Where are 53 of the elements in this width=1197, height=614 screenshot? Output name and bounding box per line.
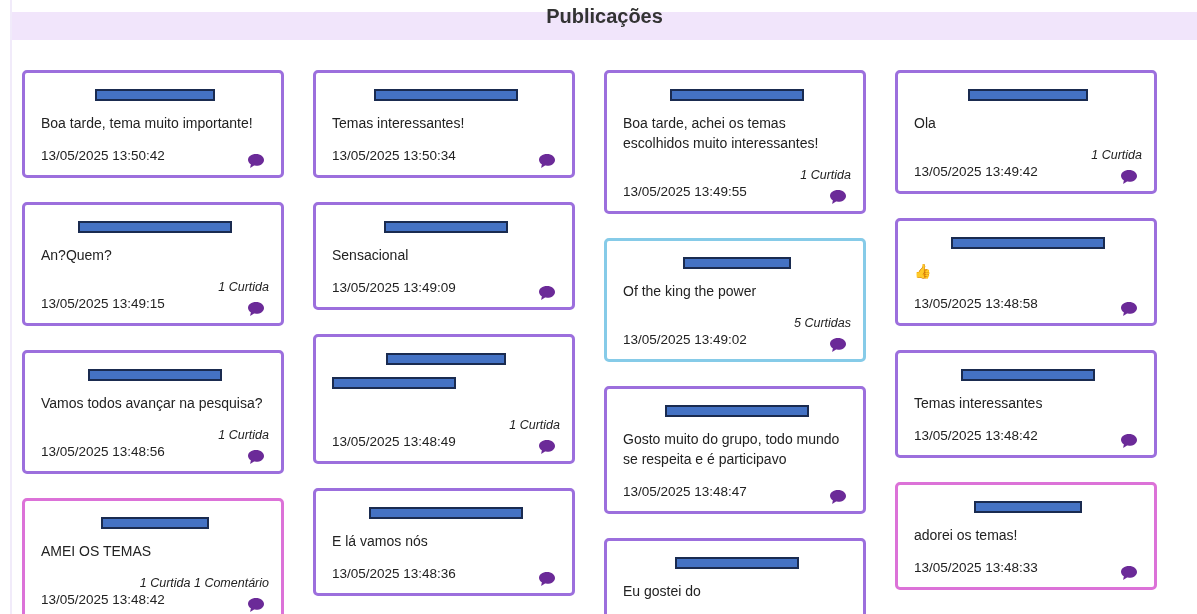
- post-timestamp: 13/05/2025 13:50:34: [332, 147, 456, 165]
- post-message: 👍: [914, 262, 932, 281]
- comment-icon[interactable]: [538, 285, 556, 301]
- reaction-count: 1 Curtida 1 Comentário: [139, 575, 269, 591]
- post-message: Ola: [914, 114, 937, 133]
- reaction-count: 1 Curtida: [800, 167, 851, 183]
- post-message: Vamos todos avançar na pesquisa?: [41, 394, 264, 413]
- post-message: Gosto muito do grupo, todo mundo se respeita e é participavo: [623, 430, 841, 469]
- post-message: Boa tarde, achei os temas escolhidos muito interessantes!: [623, 114, 820, 153]
- comment-icon[interactable]: [247, 301, 265, 317]
- post-message: Of the king the power: [623, 282, 758, 301]
- comment-icon[interactable]: [538, 571, 556, 587]
- post-timestamp: 13/05/2025 13:48:36: [332, 565, 456, 583]
- comment-icon[interactable]: [247, 153, 265, 169]
- reaction-count: 5 Curtidas: [794, 315, 851, 331]
- comment-icon[interactable]: [1120, 301, 1138, 317]
- post-timestamp: 13/05/2025 13:49:15: [41, 295, 165, 313]
- post-timestamp: 13/05/2025 13:49:42: [914, 163, 1038, 181]
- comment-icon[interactable]: [829, 337, 847, 353]
- post-timestamp: 13/05/2025 13:50:42: [41, 147, 165, 165]
- post-timestamp: 13/05/2025 13:49:02: [623, 331, 747, 349]
- post-message: Sensacional: [332, 246, 410, 265]
- page-title: Publicações: [546, 4, 663, 29]
- comment-icon[interactable]: [538, 153, 556, 169]
- reaction-count: 1 Curtida: [218, 427, 269, 443]
- reaction-count: 1 Curtida: [218, 279, 269, 295]
- post-timestamp: 13/05/2025 13:49:55: [623, 183, 747, 201]
- comment-icon[interactable]: [1120, 169, 1138, 185]
- post-message: AMEI OS TEMAS: [41, 542, 153, 561]
- reaction-count: 1 Curtida: [509, 417, 560, 433]
- post-timestamp: 13/05/2025 13:48:42: [914, 427, 1038, 445]
- post-message: Eu gostei do: [623, 582, 702, 601]
- post-timestamp: 13/05/2025 13:48:47: [623, 483, 747, 501]
- comment-icon[interactable]: [247, 449, 265, 465]
- post-message: adorei os temas!: [914, 526, 1019, 545]
- post-timestamp: 13/05/2025 13:49:09: [332, 279, 456, 297]
- post-message: Temas interessantes: [914, 394, 1044, 413]
- post-timestamp: 13/05/2025 13:48:58: [914, 295, 1038, 313]
- post-timestamp: 13/05/2025 13:48:42: [41, 591, 165, 609]
- comment-icon[interactable]: [1120, 565, 1138, 581]
- post-timestamp: 13/05/2025 13:48:56: [41, 443, 165, 461]
- comment-icon[interactable]: [1120, 433, 1138, 449]
- comment-icon[interactable]: [538, 439, 556, 455]
- post-message: An?Quem?: [41, 246, 113, 265]
- post-timestamp: 13/05/2025 13:48:33: [914, 559, 1038, 577]
- comment-icon[interactable]: [829, 489, 847, 505]
- post-timestamp: 13/05/2025 13:48:49: [332, 433, 456, 451]
- comment-icon[interactable]: [829, 189, 847, 205]
- post-message: E lá vamos nós: [332, 532, 429, 551]
- reaction-count: 1 Curtida: [1091, 147, 1142, 163]
- comment-icon[interactable]: [247, 597, 265, 613]
- post-message: Boa tarde, tema muito importante!: [41, 114, 254, 133]
- post-message: Temas interessantes!: [332, 114, 466, 133]
